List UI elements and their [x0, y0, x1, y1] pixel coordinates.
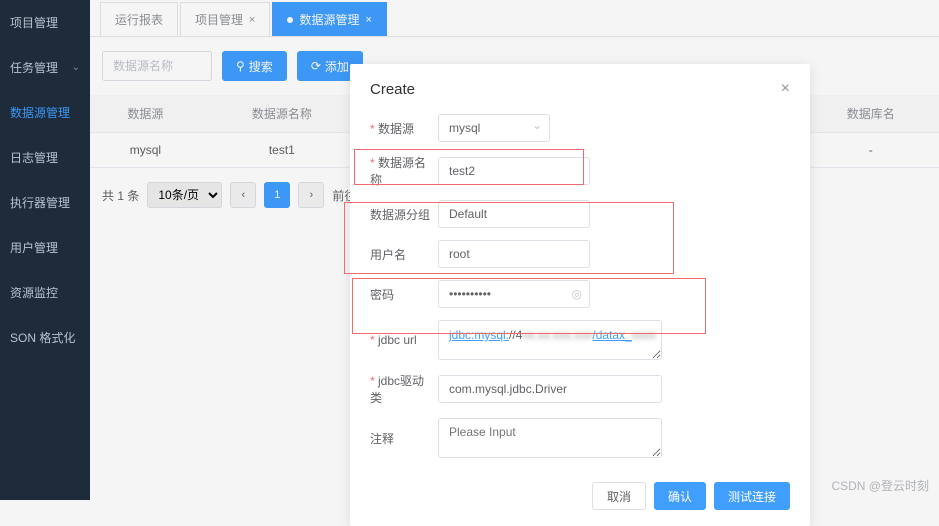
jdbc-url-input[interactable]: jdbc:mysql://4xx.xx.xxx.xxx/datax_xxxx: [438, 320, 662, 360]
label-datasource: 数据源: [370, 120, 438, 137]
confirm-button[interactable]: 确认: [654, 482, 706, 510]
name-input[interactable]: [438, 157, 590, 185]
driver-input[interactable]: [438, 375, 662, 403]
group-input[interactable]: [438, 200, 590, 228]
label-name: 数据源名称: [370, 154, 438, 188]
create-modal: Create × 数据源 mysql 数据源名称 数据源分组 用户名 密码: [350, 64, 810, 526]
comment-textarea[interactable]: [438, 418, 662, 458]
label-driver: jdbc驱动类: [370, 372, 438, 406]
label-group: 数据源分组: [370, 206, 438, 223]
modal-title: Create: [370, 81, 415, 98]
password-input[interactable]: [438, 280, 590, 308]
cancel-button[interactable]: 取消: [592, 482, 646, 510]
watermark: CSDN @登云时刻: [831, 477, 929, 494]
label-user: 用户名: [370, 246, 438, 263]
close-icon[interactable]: ×: [781, 80, 790, 98]
username-input[interactable]: [438, 240, 590, 268]
label-password: 密码: [370, 286, 438, 303]
test-connection-button[interactable]: 测试连接: [714, 482, 790, 510]
label-jdbc: jdbc url: [370, 333, 438, 347]
eye-icon[interactable]: ◎: [572, 287, 582, 301]
datasource-select[interactable]: mysql: [438, 114, 550, 142]
label-comment: 注释: [370, 430, 438, 447]
